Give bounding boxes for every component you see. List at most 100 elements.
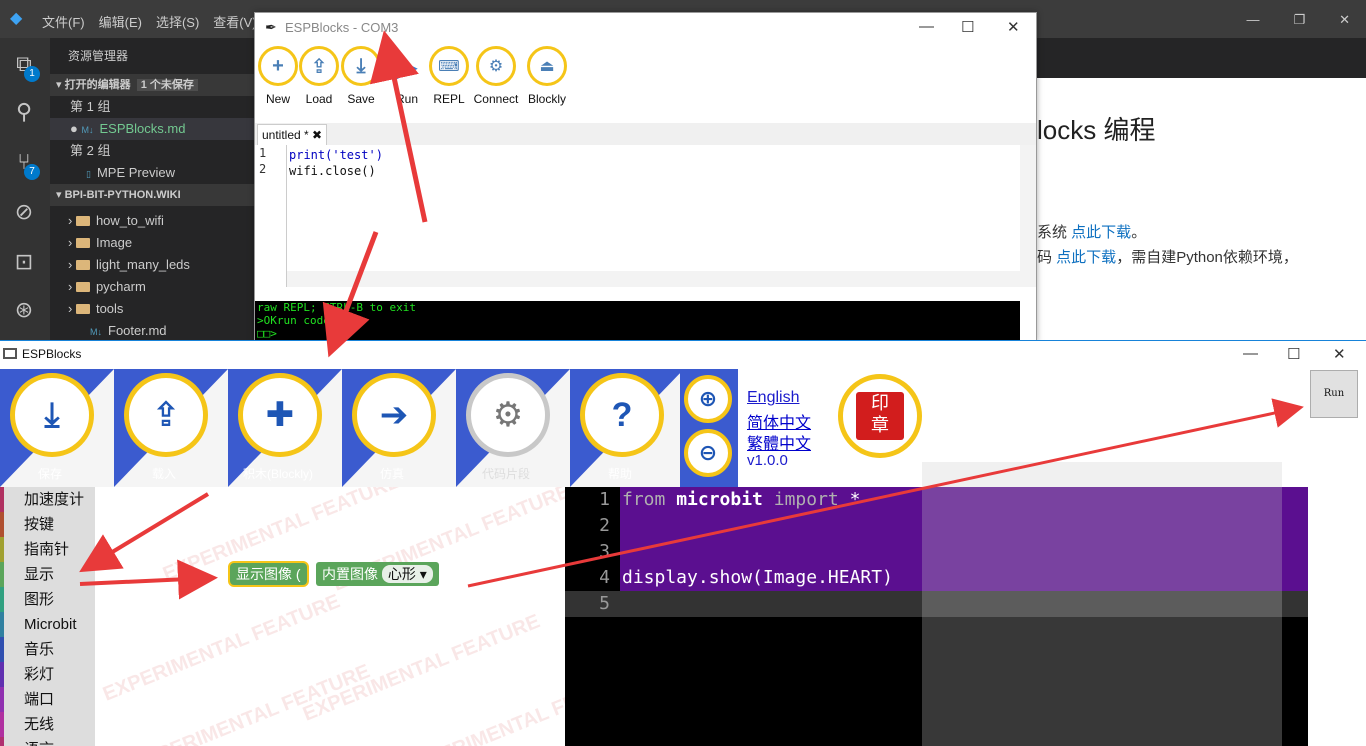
folder-pycharm[interactable]: › pycharm	[50, 276, 260, 298]
repl-console[interactable]: raw REPL; CTRL-B to exit >OKrun code □□>	[255, 301, 1020, 341]
debug-icon[interactable]: ⊘	[10, 198, 38, 226]
maximize-icon[interactable]: ☐	[1287, 345, 1300, 363]
folder-tools[interactable]: › tools	[50, 298, 260, 320]
load-button[interactable]: ⇪ 载入	[114, 369, 228, 487]
close-icon[interactable]: ✕	[1007, 18, 1020, 36]
folder-label: pycharm	[95, 279, 146, 294]
explorer-title: 资源管理器	[68, 49, 129, 63]
file-footer[interactable]: M↓ Footer.md	[50, 320, 260, 342]
snippets-button[interactable]: ⚙ 代码片段	[456, 369, 570, 487]
category-item[interactable]: 指南针	[0, 537, 95, 562]
category-item[interactable]: 端口	[0, 687, 95, 712]
line-number: 2	[259, 162, 267, 176]
workspace-label: BPI-BIT-PYTHON.WIKI	[64, 189, 181, 201]
help-label: 帮助	[607, 467, 632, 481]
arrow-right-icon: ➔	[352, 373, 436, 457]
group2-label: 第 2 组	[70, 143, 111, 158]
open-file-preview[interactable]: ▯ MPE Preview	[50, 162, 260, 184]
gears-icon: ⚙	[476, 46, 516, 86]
blockly-button[interactable]: ⏏ Blockly	[519, 46, 575, 106]
menu-edit[interactable]: 编辑(E)	[99, 12, 142, 31]
maximize-icon[interactable]: ☐	[961, 18, 974, 36]
run-button[interactable]: Run	[1310, 370, 1358, 418]
category-item[interactable]: 按键	[0, 512, 95, 537]
connect-button[interactable]: ⚙ Connect	[468, 46, 524, 106]
category-item[interactable]: 显示	[0, 562, 95, 587]
code-editor[interactable]: 12 print('test') wifi.close()	[255, 145, 1036, 287]
category-item[interactable]: 彩灯	[0, 662, 95, 687]
simulate-button[interactable]: ➔ 仿真	[342, 369, 456, 487]
line-number: 5	[565, 591, 620, 617]
unsaved-count: 1 个未保存	[136, 79, 198, 91]
keyword: import	[773, 489, 839, 510]
category-item[interactable]: 加速度计	[0, 487, 95, 512]
seal-icon: 印章	[856, 392, 904, 440]
preview-download-link[interactable]: 点此下载	[1056, 249, 1116, 266]
preview-line-1: 系统 点此下载。	[1037, 221, 1146, 242]
simulate-label: 仿真	[379, 467, 404, 481]
menu-view[interactable]: 查看(V)	[213, 12, 256, 31]
folder-icon	[75, 282, 90, 292]
search-icon[interactable]: ⚲	[10, 98, 38, 126]
category-item[interactable]: Microbit	[0, 612, 95, 637]
zoom-out-icon[interactable]: ⊖	[684, 429, 732, 477]
lang-traditional-chinese[interactable]: 繁體中文	[747, 430, 811, 454]
code-line: wifi.close()	[289, 164, 376, 178]
git-badge: 7	[24, 164, 40, 180]
platformio-icon[interactable]: ⊛	[10, 296, 38, 324]
close-tab-icon[interactable]: ✖	[312, 128, 322, 142]
preview-text: ，需自建Python依赖环境，	[1116, 249, 1298, 266]
folder-image[interactable]: › Image	[50, 232, 260, 254]
line-number: 3	[599, 541, 610, 562]
save-button[interactable]: ⤓ 保存	[0, 369, 114, 487]
category-item[interactable]: 语言	[0, 737, 95, 746]
extensions-icon[interactable]: ⊡	[10, 248, 38, 276]
category-item[interactable]: 无线	[0, 712, 95, 737]
block-categories: 加速度计 按键 指南针 显示 图形 Microbit 音乐 彩灯 端口 无线 语…	[0, 487, 95, 746]
preview-text: 。	[1131, 224, 1147, 241]
vertical-scrollbar[interactable]	[1020, 145, 1036, 287]
folder-label: how_to_wifi	[95, 213, 164, 228]
lang-english[interactable]: English	[747, 389, 799, 407]
keyword: from	[622, 489, 666, 510]
tab-untitled[interactable]: untitled * ✖	[257, 124, 328, 145]
image-dropdown[interactable]: 心形 ▾	[381, 565, 433, 583]
markdown-preview: locks 编程 系统 点此下载。 码 点此下载，需自建Python依赖环境，	[1037, 78, 1366, 340]
minimize-icon[interactable]: —	[919, 18, 934, 35]
logo-seal: 印章	[838, 374, 922, 458]
window-title: ESPBlocks	[22, 347, 82, 361]
workspace-section[interactable]: ▾ BPI-BIT-PYTHON.WIKI	[50, 184, 260, 206]
preview-download-link[interactable]: 点此下载	[1071, 224, 1131, 241]
category-item[interactable]: 音乐	[0, 637, 95, 662]
blockly-label: Blockly	[527, 92, 566, 106]
connect-label: Connect	[473, 92, 519, 106]
preview-line-2: 码 点此下载，需自建Python依赖环境，	[1037, 246, 1298, 267]
block-label: 内置图像	[322, 566, 378, 582]
close-icon[interactable]: ✕	[1333, 345, 1346, 363]
folder-light-many-leds[interactable]: › light_many_leds	[50, 254, 260, 276]
restore-icon[interactable]: ❐	[1293, 12, 1305, 28]
minimize-icon[interactable]: —	[1243, 345, 1258, 362]
show-image-block[interactable]: 显示图像 (	[228, 561, 309, 587]
help-button[interactable]: ? 帮助	[570, 369, 680, 487]
blockly-button[interactable]: ✚ 积木(Blockly)	[228, 369, 342, 487]
line-numbers: 12	[255, 145, 287, 287]
repl-line: >OKrun code	[257, 314, 330, 327]
open-file-espblocks[interactable]: ● M↓ ESPBlocks.md	[50, 118, 260, 140]
vscode-window-controls: — ❐ ✕	[1246, 12, 1350, 28]
minimize-icon[interactable]: —	[1246, 12, 1259, 28]
feather-icon: ✒	[265, 19, 277, 35]
close-icon[interactable]: ✕	[1339, 12, 1350, 28]
open-editors-section[interactable]: ▾ 打开的编辑器 1 个未保存	[50, 74, 260, 96]
menu-file[interactable]: 文件(F)	[42, 12, 85, 31]
menu-selection[interactable]: 选择(S)	[156, 12, 199, 31]
line-numbers: 1 2 3 4 5	[565, 487, 620, 746]
zoom-in-icon[interactable]: ⊕	[684, 375, 732, 423]
upload-icon: ⇪	[124, 373, 208, 457]
builtin-image-block[interactable]: 内置图像 心形 ▾	[316, 562, 439, 586]
category-item[interactable]: 图形	[0, 587, 95, 612]
blockly-workspace[interactable]: EXPERIMENTAL FEATURE EXPERIMENTAL FEATUR…	[95, 487, 565, 746]
vscode-editor-tabbar	[1037, 38, 1366, 78]
horizontal-scrollbar[interactable]	[287, 271, 1020, 287]
folder-how-to-wifi[interactable]: › how_to_wifi	[50, 210, 260, 232]
